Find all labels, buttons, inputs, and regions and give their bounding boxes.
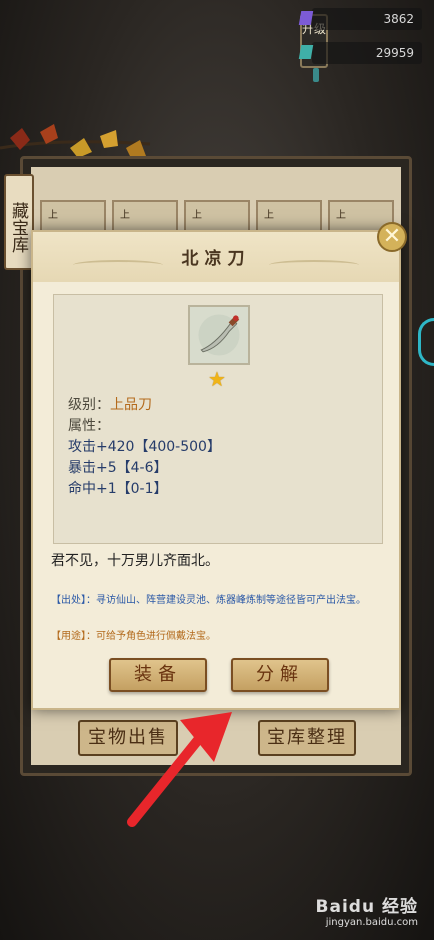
item-title: 北凉刀 (181, 249, 251, 269)
attr-line: 攻击+420【400-500】 (68, 439, 221, 455)
star-icon: ★ (208, 367, 226, 391)
watermark-title: Baidu 经验 (315, 897, 418, 917)
equip-button[interactable]: 装备 (109, 658, 207, 692)
grade-label: 级别： (68, 397, 110, 413)
watermark-url: jingyan.baidu.com (325, 917, 418, 928)
treasury-slot[interactable]: 上 (256, 200, 322, 234)
attr-line: 暴击+5【4-6】 (68, 460, 168, 476)
currency-purple-value: 3862 (383, 12, 414, 26)
attr-title: 属性： (68, 418, 110, 434)
item-usage: 【用途】：可给予角色进行佩戴法宝。 (51, 631, 216, 642)
baidu-watermark: Baidu 经验 jingyan.baidu.com (316, 892, 418, 928)
organize-treasury-button[interactable]: 宝库整理 (258, 720, 356, 756)
treasury-side-tag[interactable]: 藏宝库 (4, 174, 34, 270)
treasury-slot[interactable]: 上 (112, 200, 178, 234)
item-detail-modal: 北凉刀 ✕ ★ 级别：上品刀 属性： 攻击+420【400-500】 暴击+5【… (31, 222, 407, 710)
decompose-button[interactable]: 分解 (231, 658, 329, 692)
grade-value: 上品刀 (110, 397, 152, 413)
dagger-icon (188, 305, 250, 365)
side-ring-button[interactable] (418, 318, 434, 366)
item-description: 君不见，十万男儿齐面北。 (51, 553, 219, 569)
item-info-box: ★ 级别：上品刀 属性： 攻击+420【400-500】 暴击+5【4-6】 命… (53, 294, 383, 544)
currency-purple: 3862 (298, 8, 422, 30)
modal-header: 北凉刀 (33, 232, 399, 282)
item-source: 【出处】：寻访仙山、阵营建设灵池、炼器峰炼制等途径皆可产出法宝。 (51, 595, 366, 606)
treasury-slot-row: 上 上 上 上 上 (40, 200, 400, 234)
attr-line: 命中+1【0-1】 (68, 481, 168, 497)
currency-teal: 29959 (298, 42, 422, 64)
item-stats: 级别：上品刀 属性： 攻击+420【400-500】 暴击+5【4-6】 命中+… (68, 395, 221, 500)
purple-gem-icon (298, 11, 314, 25)
currency-bar: 3862 29959 (298, 8, 422, 76)
close-icon[interactable]: ✕ (377, 222, 407, 252)
currency-teal-value: 29959 (375, 46, 414, 60)
teal-gem-icon (298, 45, 314, 59)
sell-treasure-button[interactable]: 宝物出售 (78, 720, 178, 756)
treasury-slot[interactable]: 上 (40, 200, 106, 234)
treasury-slot[interactable]: 上 (184, 200, 250, 234)
